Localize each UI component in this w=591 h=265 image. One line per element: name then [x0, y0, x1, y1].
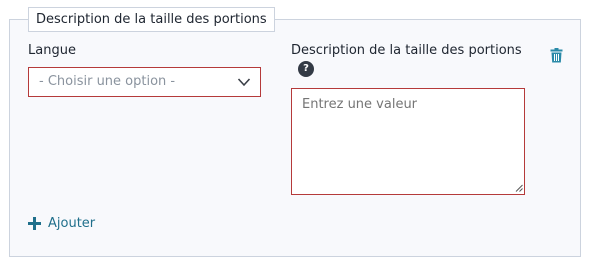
language-select-value: - Choisir une option -: [39, 74, 176, 89]
language-label: Langue: [28, 43, 76, 58]
fieldset-legend: Description de la taille des portions: [28, 7, 275, 32]
chevron-down-icon: [237, 78, 251, 87]
add-button-label: Ajouter: [48, 215, 96, 231]
language-select[interactable]: - Choisir une option -: [28, 67, 261, 97]
plus-icon: [28, 216, 41, 230]
resize-grip-icon[interactable]: [515, 184, 523, 192]
description-label: Description de la taille des portions: [291, 43, 522, 58]
trash-icon[interactable]: [550, 48, 563, 63]
description-textarea[interactable]: [291, 88, 525, 195]
help-icon[interactable]: ?: [298, 61, 314, 77]
add-button[interactable]: Ajouter: [28, 214, 95, 232]
